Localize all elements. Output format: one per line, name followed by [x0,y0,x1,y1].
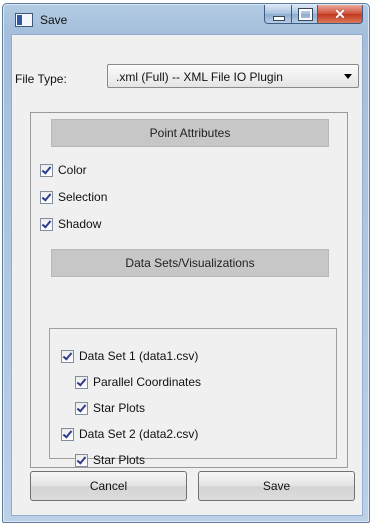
tree-item-label: Data Set 2 (data2.csv) [79,427,199,441]
tree-item-label: Star Plots [93,453,146,467]
export-options-group: Point Attributes Color Selection Shadow … [30,112,348,468]
checkbox-checked-icon[interactable] [40,217,53,231]
checkbox-checked-icon[interactable] [61,349,74,363]
cancel-button[interactable]: Cancel [30,471,187,501]
checkbox-data-set-1[interactable]: Data Set 1 (data1.csv) [61,347,198,365]
checkbox-checked-icon[interactable] [75,375,88,389]
close-icon: ✕ [334,6,346,22]
window-app-icon [15,13,33,27]
checkbox-color[interactable]: Color [40,161,87,179]
data-sets-header: Data Sets/Visualizations [51,249,329,277]
checkbox-parallel-coordinates[interactable]: Parallel Coordinates [75,373,201,391]
checkbox-star-plots-2[interactable]: Star Plots [75,451,145,469]
checkbox-selection[interactable]: Selection [40,188,107,206]
tree-item-label: Star Plots [93,401,146,415]
caption-buttons: ✕ [264,5,363,24]
window-title: Save [40,13,68,27]
save-dialog-window: Save ✕ File Type: .xml (Full) -- XML Fil… [2,3,370,523]
save-button[interactable]: Save [198,471,355,501]
dialog-body: File Type: .xml (Full) -- XML File IO Pl… [11,34,363,516]
checkbox-checked-icon[interactable] [61,427,74,441]
close-button[interactable]: ✕ [318,5,363,24]
title-bar[interactable]: Save ✕ [3,4,369,34]
file-type-select[interactable]: .xml (Full) -- XML File IO Plugin [107,64,359,88]
tree-item-label: Data Set 1 (data1.csv) [79,349,199,363]
checkbox-label: Shadow [58,217,102,231]
point-attributes-header: Point Attributes [51,119,329,147]
file-type-selected-value: .xml (Full) -- XML File IO Plugin [116,70,283,84]
checkbox-star-plots-1[interactable]: Star Plots [75,399,145,417]
checkbox-data-set-2[interactable]: Data Set 2 (data2.csv) [61,425,198,443]
minimize-icon [273,16,285,21]
minimize-button[interactable] [264,5,292,24]
tree-item-label: Parallel Coordinates [93,375,202,389]
chevron-down-icon[interactable] [344,74,352,79]
file-type-label: File Type: [15,72,67,86]
checkbox-checked-icon[interactable] [75,453,88,467]
maximize-icon [298,8,313,21]
checkbox-shadow[interactable]: Shadow [40,215,101,233]
checkbox-label: Selection [58,190,108,204]
maximize-button[interactable] [292,5,318,24]
data-sets-tree: Data Set 1 (data1.csv) Parallel Coordina… [49,328,337,467]
checkbox-checked-icon[interactable] [75,401,88,415]
checkbox-checked-icon[interactable] [40,190,53,204]
checkbox-checked-icon[interactable] [40,163,53,177]
checkbox-label: Color [58,163,87,177]
